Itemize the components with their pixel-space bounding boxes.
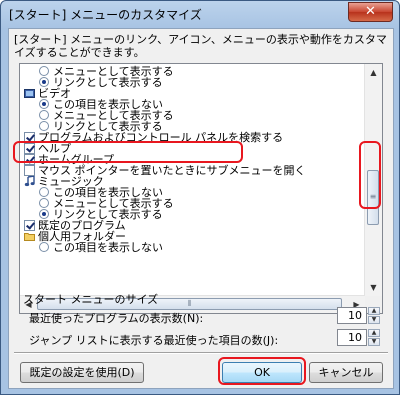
description-text: [スタート] メニューのリンク、アイコン、メニューの表示や動作をカスタマイズする… bbox=[14, 33, 387, 59]
scroll-up-icon[interactable]: ▲ bbox=[366, 65, 381, 80]
recent-programs-label: 最近使ったプログラムの表示数(N): bbox=[29, 312, 204, 325]
cancel-button[interactable]: キャンセル bbox=[309, 362, 383, 383]
radio-button[interactable] bbox=[39, 66, 49, 76]
radio-button[interactable] bbox=[39, 110, 49, 120]
recent-programs-stepper[interactable]: ▲ ▼ bbox=[368, 307, 380, 324]
jump-list-spinbox[interactable]: 10 bbox=[337, 329, 367, 346]
close-button[interactable]: ✕ bbox=[348, 2, 393, 22]
music-icon bbox=[24, 175, 38, 188]
recent-programs-value: 10 bbox=[348, 309, 362, 322]
spin-up-icon[interactable]: ▲ bbox=[368, 329, 380, 337]
highlight-scrollbar-thumb bbox=[359, 141, 381, 209]
highlight-submenu-option bbox=[13, 141, 243, 163]
dialog-client-area: [スタート] メニューのリンク、アイコン、メニューの表示や動作をカスタマイズする… bbox=[8, 28, 394, 389]
spin-up-icon[interactable]: ▲ bbox=[368, 307, 380, 315]
radio-button[interactable] bbox=[39, 209, 49, 219]
button-separator bbox=[14, 352, 388, 354]
recent-programs-spinbox[interactable]: 10 bbox=[337, 307, 367, 324]
radio-button[interactable] bbox=[39, 187, 49, 197]
spin-down-icon[interactable]: ▼ bbox=[368, 316, 380, 324]
list-item-label: この項目を表示しない bbox=[53, 241, 163, 254]
radio-button[interactable] bbox=[39, 121, 49, 131]
options-listbox[interactable]: メニューとして表示する リンクとして表示する ビデオ この項目を表示しない メニューとし… bbox=[19, 63, 383, 314]
folder-icon bbox=[24, 230, 38, 243]
highlight-ok-button bbox=[218, 357, 306, 385]
video-icon bbox=[24, 87, 38, 100]
dialog-window: [スタート] メニューのカスタマイズ ✕ [スタート] メニューのリンク、アイコ… bbox=[0, 0, 400, 395]
radio-button[interactable] bbox=[39, 99, 49, 109]
radio-button[interactable] bbox=[39, 198, 49, 208]
jump-list-value: 10 bbox=[348, 331, 362, 344]
list-item[interactable]: この項目を表示しない bbox=[39, 241, 163, 254]
jump-list-stepper[interactable]: ▲ ▼ bbox=[368, 329, 380, 346]
radio-button[interactable] bbox=[39, 77, 49, 87]
radio-button[interactable] bbox=[39, 242, 49, 252]
use-defaults-button[interactable]: 既定の設定を使用(D) bbox=[20, 362, 144, 383]
size-group: スタート メニューのサイズ 最近使ったプログラムの表示数(N): 10 ▲ ▼ … bbox=[19, 291, 383, 347]
jump-list-label: ジャンプ リストに表示する最近使った項目の数(J): bbox=[29, 334, 279, 347]
close-icon: ✕ bbox=[365, 4, 376, 19]
spin-down-icon[interactable]: ▼ bbox=[368, 338, 380, 346]
window-title: [スタート] メニューのカスタマイズ bbox=[9, 8, 202, 22]
title-bar[interactable]: [スタート] メニューのカスタマイズ ✕ bbox=[1, 1, 399, 27]
size-group-title: スタート メニューのサイズ bbox=[23, 293, 159, 306]
